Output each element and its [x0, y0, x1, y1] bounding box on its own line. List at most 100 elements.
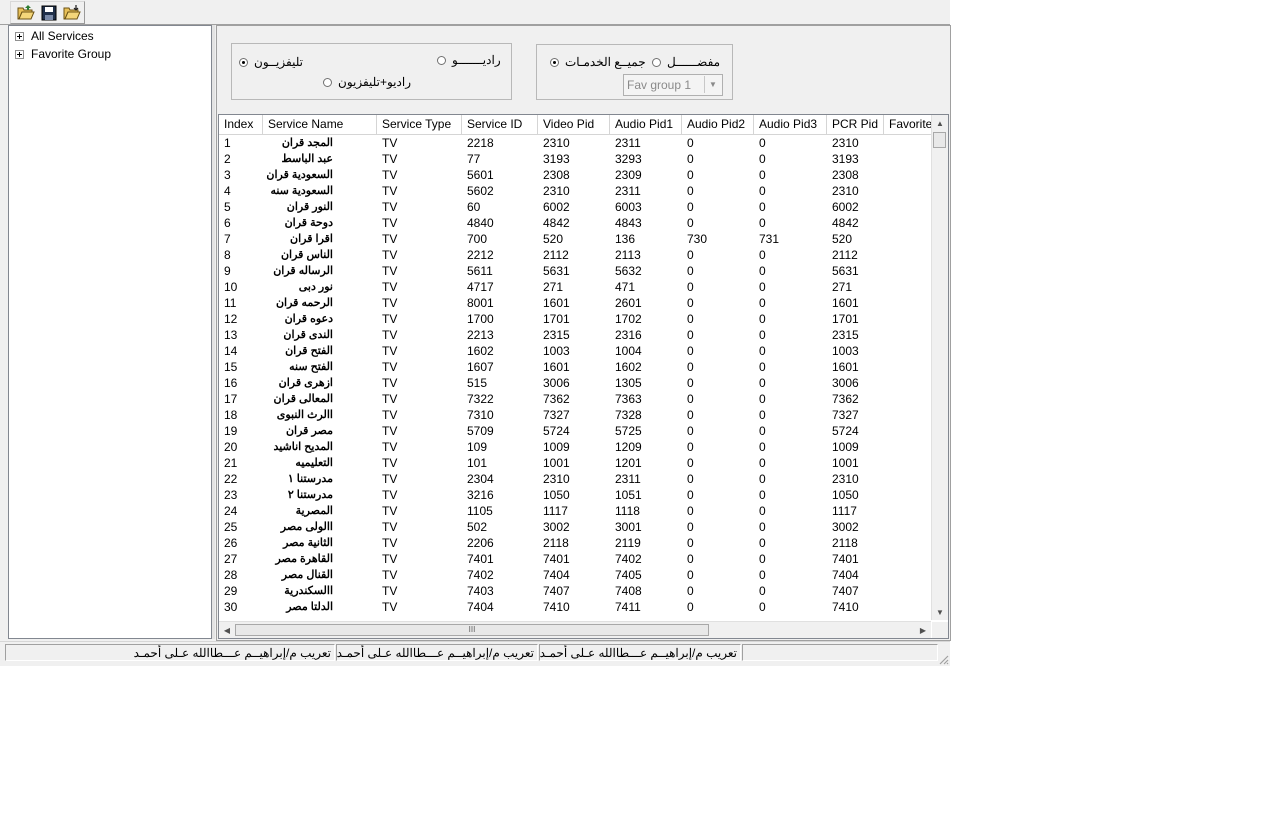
table-row[interactable]: 24 المصرية TV 1105 1117 1118 0 0 1117 — [219, 503, 931, 519]
cell-pcr-pid: 2112 — [832, 248, 858, 262]
cell-service-type: TV — [382, 200, 398, 214]
cell-audio-pid2: 0 — [687, 248, 694, 262]
cell-index: 5 — [224, 200, 231, 214]
header-col-service-type[interactable]: Service Type — [377, 115, 462, 134]
table-row[interactable]: 7 اقرا قران TV 700 520 136 730 731 520 — [219, 231, 931, 247]
radio-favorite-indicator[interactable] — [652, 57, 661, 67]
cell-video-pid: 1601 — [543, 296, 570, 310]
table-row[interactable]: 22 مدرستنا ١ TV 2304 2310 2311 0 0 2310 — [219, 471, 931, 487]
expand-plus-icon[interactable] — [15, 31, 24, 41]
header-col-pcr-pid[interactable]: PCR Pid — [827, 115, 884, 134]
radio-radio-tv[interactable]: راديو+تليفزيون — [323, 75, 411, 89]
table-row[interactable]: 14 الفتح قران TV 1602 1003 1004 0 0 1003 — [219, 343, 931, 359]
table-row[interactable]: 25 االولى مصر TV 502 3002 3001 0 0 3002 — [219, 519, 931, 535]
radio-favorite[interactable]: مفضــــــل — [652, 55, 720, 69]
open-folder-icon[interactable] — [16, 4, 36, 22]
table-row[interactable]: 4 السعودية سنه TV 5602 2310 2311 0 0 2310 — [219, 183, 931, 199]
horizontal-scroll-thumb[interactable]: III — [235, 624, 709, 636]
cell-pcr-pid: 3193 — [832, 152, 859, 166]
vertical-scroll-thumb[interactable] — [933, 132, 946, 148]
cell-video-pid: 2315 — [543, 328, 570, 342]
chevron-down-icon[interactable]: ▼ — [704, 76, 721, 93]
cell-video-pid: 3006 — [543, 376, 570, 390]
table-row[interactable]: 20 المديح اناشيد TV 109 1009 1209 0 0 1009 — [219, 439, 931, 455]
radio-radio[interactable]: راديـــــــو — [437, 53, 501, 67]
cell-service-type: TV — [382, 360, 398, 374]
header-col-index[interactable]: Index — [219, 115, 263, 134]
table-row[interactable]: 16 ازهرى قران TV 515 3006 1305 0 0 3006 — [219, 375, 931, 391]
radio-radio-indicator[interactable] — [437, 55, 446, 65]
table-row[interactable]: 9 الرساله قران TV 5611 5631 5632 0 0 5631 — [219, 263, 931, 279]
table-row[interactable]: 5 النور قران TV 60 6002 6003 0 0 6002 — [219, 199, 931, 215]
table-row[interactable]: 30 الدلتا مصر TV 7404 7410 7411 0 0 7410 — [219, 599, 931, 615]
table-row[interactable]: 11 الرحمه قران TV 8001 1601 2601 0 0 1601 — [219, 295, 931, 311]
cell-pcr-pid: 2308 — [832, 168, 859, 182]
cell-index: 29 — [224, 584, 238, 598]
table-row[interactable]: 17 المعالى قران TV 7322 7362 7363 0 0 7362 — [219, 391, 931, 407]
cell-audio-pid1: 471 — [615, 280, 636, 294]
table-row[interactable]: 23 مدرستنا ٢ TV 3216 1050 1051 0 0 1050 — [219, 487, 931, 503]
horizontal-scrollbar[interactable]: ◀ III ▶ — [219, 621, 931, 638]
table-row[interactable]: 21 التعليميه TV 101 1001 1201 0 0 1001 — [219, 455, 931, 471]
cell-favorite — [884, 359, 931, 375]
cell-index: 9 — [224, 264, 231, 278]
header-col-service-id[interactable]: Service ID — [462, 115, 538, 134]
cell-service-id: 7403 — [467, 584, 494, 598]
cell-index: 8 — [224, 248, 231, 262]
table-row[interactable]: 1 المجد قران TV 2218 2310 2311 0 0 2310 — [219, 135, 931, 151]
tree-item-all-services[interactable]: All Services — [15, 28, 94, 44]
expand-plus-icon[interactable] — [15, 49, 24, 59]
scroll-right-icon[interactable]: ▶ — [915, 622, 931, 638]
cell-audio-pid2: 0 — [687, 152, 694, 166]
radio-all-services[interactable]: جميــع الخدمـات — [550, 55, 646, 69]
table-row[interactable]: 19 مصر قران TV 5709 5724 5725 0 0 5724 — [219, 423, 931, 439]
table-row[interactable]: 26 الثانية مصر TV 2206 2118 2119 0 0 2118 — [219, 535, 931, 551]
scroll-up-icon[interactable]: ▲ — [932, 115, 948, 131]
table-row[interactable]: 27 القاهرة مصر TV 7401 7401 7402 0 0 7401 — [219, 551, 931, 567]
cell-video-pid: 3193 — [543, 152, 570, 166]
cell-service-name: االرث النبوى — [276, 409, 333, 421]
header-col-audio-pid2[interactable]: Audio Pid2 — [682, 115, 754, 134]
table-row[interactable]: 8 الناس قران TV 2212 2112 2113 0 0 2112 — [219, 247, 931, 263]
cell-audio-pid3: 0 — [759, 344, 766, 358]
save-disk-icon[interactable] — [39, 4, 59, 22]
cell-index: 6 — [224, 216, 231, 230]
header-col-audio-pid3[interactable]: Audio Pid3 — [754, 115, 827, 134]
radio-tv[interactable]: تليفزيــون — [239, 55, 303, 69]
header-col-audio-pid1[interactable]: Audio Pid1 — [610, 115, 682, 134]
header-col-service-name[interactable]: Service Name — [263, 115, 377, 134]
scroll-left-icon[interactable]: ◀ — [219, 622, 235, 638]
cell-pcr-pid: 7362 — [832, 392, 859, 406]
cell-service-id: 2212 — [467, 248, 494, 262]
cell-service-name: المجد قران — [281, 137, 333, 149]
radio-all-indicator[interactable] — [550, 57, 559, 67]
table-row[interactable]: 3 السعودية قران TV 5601 2308 2309 0 0 2308 — [219, 167, 931, 183]
table-row[interactable]: 6 دوحة قران TV 4840 4842 4843 0 0 4842 — [219, 215, 931, 231]
table-row[interactable]: 15 الفتح سنه TV 1607 1601 1602 0 0 1601 — [219, 359, 931, 375]
vertical-scrollbar[interactable]: ▲ ▼ — [931, 115, 948, 620]
table-row[interactable]: 29 االسكندرية TV 7403 7407 7408 0 0 7407 — [219, 583, 931, 599]
cell-service-type: TV — [382, 584, 398, 598]
pane-splitter[interactable] — [212, 25, 215, 639]
header-col-favorite[interactable]: Favorite — [884, 115, 931, 134]
export-folder-icon[interactable] — [62, 4, 82, 22]
table-row[interactable]: 12 دعوه قران TV 1700 1701 1702 0 0 1701 — [219, 311, 931, 327]
scroll-down-icon[interactable]: ▼ — [932, 604, 948, 620]
resize-grip-icon[interactable] — [937, 653, 949, 665]
status-bar: تعريب م/إبراهيــم عـــطاالله عـلى أحمـد … — [0, 641, 950, 666]
table-row[interactable]: 18 االرث النبوى TV 7310 7327 7328 0 0 7327 — [219, 407, 931, 423]
services-table[interactable]: Index Service Name Service Type Service ID V… — [218, 114, 949, 639]
radio-tv-indicator[interactable] — [239, 57, 248, 67]
table-row[interactable]: 28 القنال مصر TV 7402 7404 7405 0 0 7404 — [219, 567, 931, 583]
table-row[interactable]: 10 نور دبى TV 4717 271 471 0 0 271 — [219, 279, 931, 295]
cell-index: 10 — [224, 280, 238, 294]
tree-item-favorite-group[interactable]: Favorite Group — [15, 46, 111, 62]
table-row[interactable]: 13 الندى قران TV 2213 2315 2316 0 0 2315 — [219, 327, 931, 343]
fav-group-select[interactable]: Fav group 1 ▼ — [623, 74, 723, 96]
cell-service-type: TV — [382, 376, 398, 390]
header-col-video-pid[interactable]: Video Pid — [538, 115, 610, 134]
table-row[interactable]: 2 عبد الباسط TV 77 3193 3293 0 0 3193 — [219, 151, 931, 167]
radio-radio-tv-indicator[interactable] — [323, 77, 332, 87]
cell-favorite — [884, 551, 931, 567]
cell-service-id: 1602 — [467, 344, 494, 358]
